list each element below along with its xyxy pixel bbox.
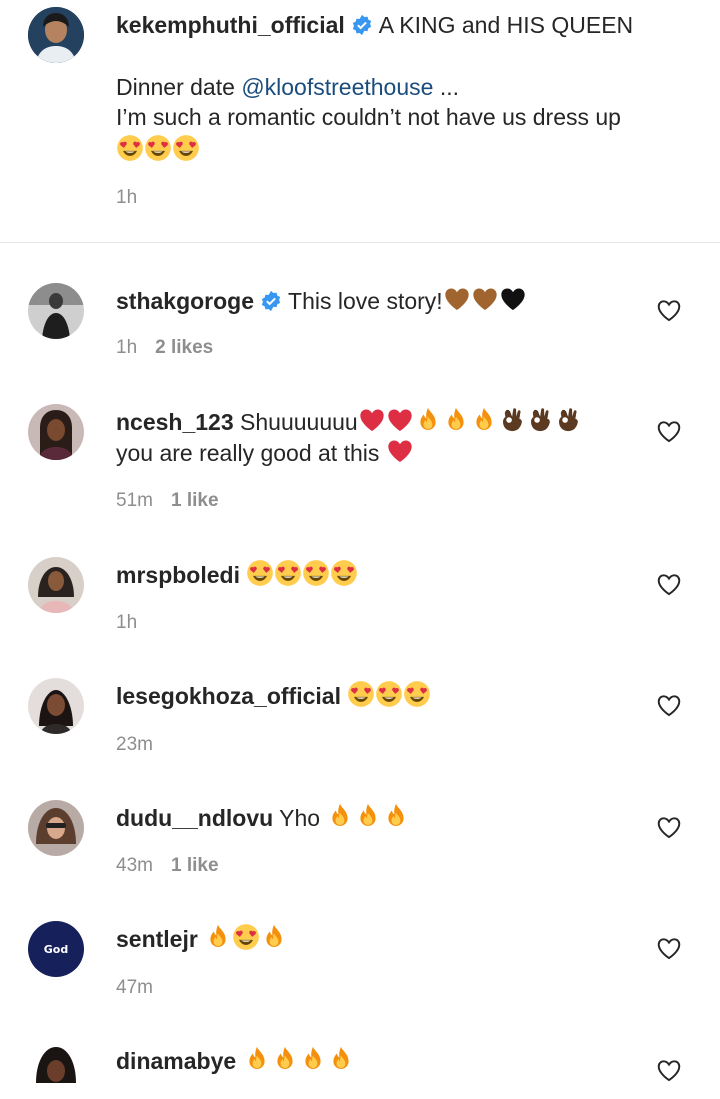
fire-emoji-icon [470, 406, 498, 434]
avatar[interactable] [28, 283, 84, 339]
post-time: 1h [116, 187, 138, 208]
comment-username[interactable]: ncesh_123 [116, 409, 234, 435]
post-title: A KING and HIS QUEEN [378, 12, 634, 38]
comment-username[interactable]: sentlejr [116, 926, 198, 952]
like-heart-icon[interactable] [656, 298, 682, 322]
heart-eyes-emoji-icon [274, 559, 302, 587]
heart-eyes-emoji-icon [302, 559, 330, 587]
avatar[interactable] [28, 557, 84, 613]
user-photo-icon [28, 7, 84, 63]
comment-likes[interactable]: 2 likes [155, 337, 213, 358]
comment-time: 1h [116, 612, 138, 633]
comment-text: Shuuuuuuu [240, 409, 358, 435]
comment-likes[interactable]: 1 like [171, 855, 219, 876]
comment-text-line2: you are really good at this [116, 440, 380, 466]
comment-time: 43m [116, 855, 153, 876]
post-text-line2: Dinner date [116, 74, 242, 100]
post-text-line3: I’m such a romantic couldn’t not have us… [116, 104, 621, 130]
avatar[interactable]: God [28, 921, 84, 977]
post-caption: kekemphuthi_official A KING and HIS QUEEN… [0, 0, 720, 242]
avatar-label: God [43, 942, 69, 956]
fire-emoji-icon [326, 802, 354, 830]
verified-badge-icon [261, 290, 281, 312]
heart-eyes-emoji-icon [347, 680, 375, 708]
comment-username[interactable]: mrspboledi [116, 562, 240, 588]
fire-emoji-icon [354, 802, 382, 830]
ok-hand-emoji-icon [526, 406, 554, 434]
avatar[interactable] [28, 678, 84, 734]
avatar[interactable] [28, 1043, 84, 1099]
comment-time: 47m [116, 977, 153, 998]
fire-emoji-icon [327, 1045, 355, 1073]
user-photo-icon [28, 678, 84, 734]
like-heart-icon[interactable] [656, 572, 682, 596]
like-heart-icon[interactable] [656, 1058, 682, 1082]
post-emojis [116, 134, 640, 165]
heart-eyes-emoji-icon [116, 134, 144, 162]
ok-hand-emoji-icon [554, 406, 582, 434]
ok-hand-emoji-icon [498, 406, 526, 434]
red-heart-emoji-icon [386, 437, 414, 465]
red-heart-emoji-icon [358, 406, 386, 434]
comment-username[interactable]: lesegokhoza_official [116, 683, 341, 709]
user-photo-icon [28, 800, 84, 856]
post-username[interactable]: kekemphuthi_official [116, 12, 345, 38]
heart-eyes-emoji-icon [232, 923, 260, 951]
red-heart-emoji-icon [386, 406, 414, 434]
like-heart-icon[interactable] [656, 419, 682, 443]
comment-username[interactable]: dinamabye [116, 1048, 236, 1074]
comment-likes[interactable]: 1 like [171, 490, 219, 511]
fire-emoji-icon [414, 406, 442, 434]
brown-heart-emoji-icon [471, 285, 499, 313]
avatar[interactable] [28, 7, 84, 63]
like-heart-icon[interactable] [656, 936, 682, 960]
heart-eyes-emoji-icon [330, 559, 358, 587]
fire-emoji-icon [299, 1045, 327, 1073]
black-heart-emoji-icon [499, 285, 527, 313]
heart-eyes-emoji-icon [403, 680, 431, 708]
heart-eyes-emoji-icon [375, 680, 403, 708]
heart-eyes-emoji-icon [172, 134, 200, 162]
comment-text: Yho [279, 805, 321, 831]
like-heart-icon[interactable] [656, 815, 682, 839]
user-photo-icon [28, 283, 84, 339]
avatar[interactable] [28, 800, 84, 856]
mention-link[interactable]: @kloofstreethouse [241, 74, 433, 100]
fire-emoji-icon [442, 406, 470, 434]
user-photo-icon [28, 1043, 84, 1099]
comment-time: 23m [116, 734, 153, 755]
heart-eyes-emoji-icon [246, 559, 274, 587]
divider [0, 242, 720, 243]
fire-emoji-icon [260, 923, 288, 951]
fire-emoji-icon [204, 923, 232, 951]
comment-time: 1h [116, 337, 138, 358]
avatar[interactable] [28, 404, 84, 460]
user-photo-icon [28, 404, 84, 460]
comment-username[interactable]: sthakgoroge [116, 288, 254, 314]
comment-text: This love story! [288, 288, 443, 314]
verified-badge-icon [352, 14, 371, 36]
more-ellipsis[interactable]: ... [433, 74, 459, 100]
fire-emoji-icon [243, 1045, 271, 1073]
heart-eyes-emoji-icon [144, 134, 172, 162]
comment-username[interactable]: dudu__ndlovu [116, 805, 273, 831]
comment-time: 51m [116, 490, 153, 511]
like-heart-icon[interactable] [656, 693, 682, 717]
fire-emoji-icon [271, 1045, 299, 1073]
fire-emoji-icon [382, 802, 410, 830]
user-photo-icon [28, 557, 84, 613]
brown-heart-emoji-icon [443, 285, 471, 313]
